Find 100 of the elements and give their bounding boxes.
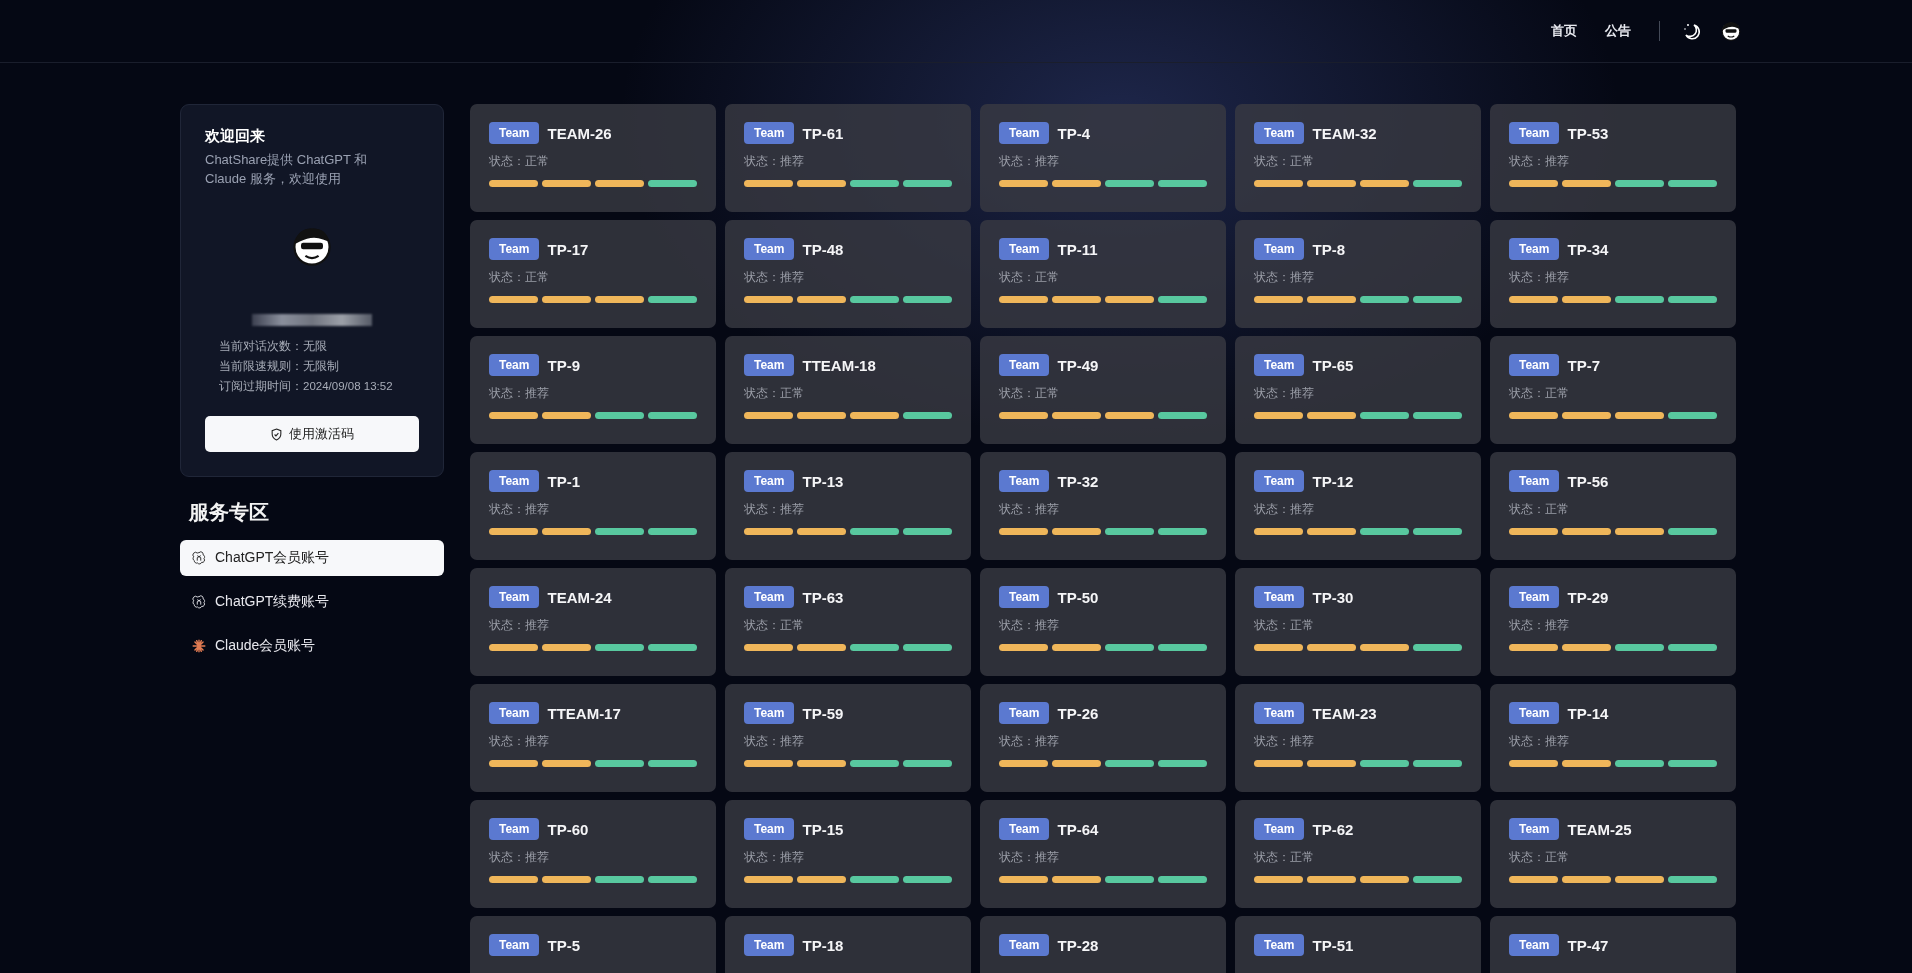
sunburst-icon [192,639,206,653]
team-badge: Team [744,586,795,608]
account-name: TP-8 [1312,240,1345,258]
account-card[interactable]: Team TEAM-26 状态：正常 [470,104,716,212]
account-name: TP-9 [547,356,580,374]
account-name: TP-49 [1057,356,1099,374]
service-item[interactable]: ChatGPT续费账号 [180,584,444,620]
team-badge: Team [489,122,540,144]
team-badge: Team [744,122,795,144]
account-card[interactable]: Team TP-11 状态：正常 [980,220,1226,328]
account-name: TP-26 [1057,704,1099,722]
account-name: TEAM-23 [1312,704,1377,722]
account-card[interactable]: Team TP-17 状态：正常 [470,220,716,328]
account-name: TEAM-32 [1312,124,1377,142]
account-name: TP-18 [802,936,844,954]
team-badge: Team [999,934,1050,956]
account-card[interactable]: Team TP-47 [1490,916,1736,973]
team-badge: Team [489,238,540,260]
account-card[interactable]: Team TTEAM-17 状态：推荐 [470,684,716,792]
status-text: 状态：推荐 [744,270,805,285]
team-badge: Team [999,354,1050,376]
account-name: TP-32 [1057,472,1099,490]
account-card[interactable]: Team TP-14 状态：推荐 [1490,684,1736,792]
service-item[interactable]: Claude会员账号 [180,628,444,664]
nav-link[interactable]: 首页 [1551,22,1577,40]
account-card[interactable]: Team TP-28 [980,916,1226,973]
account-name: TP-13 [802,472,844,490]
status-text: 状态：正常 [1509,386,1570,401]
shield-icon [270,427,283,441]
account-card[interactable]: Team TP-12 状态：推荐 [1235,452,1481,560]
account-card[interactable]: Team TP-30 状态：正常 [1235,568,1481,676]
account-name: TP-5 [547,936,580,954]
account-name: TP-47 [1567,936,1609,954]
team-badge: Team [744,818,795,840]
account-card[interactable]: Team TP-13 状态：推荐 [725,452,971,560]
account-name: TP-56 [1567,472,1609,490]
account-card[interactable]: Team TP-64 状态：推荐 [980,800,1226,908]
team-badge: Team [999,238,1050,260]
account-card[interactable]: Team TP-9 状态：推荐 [470,336,716,444]
account-card[interactable]: Team TP-63 状态：正常 [725,568,971,676]
status-text: 状态：推荐 [999,502,1060,517]
team-badge: Team [1254,354,1305,376]
status-text: 状态：正常 [999,270,1060,285]
status-text: 状态：推荐 [744,502,805,517]
account-name: TP-28 [1057,936,1099,954]
account-card[interactable]: Team TP-59 状态：推荐 [725,684,971,792]
account-card[interactable]: Team TEAM-23 状态：推荐 [1235,684,1481,792]
account-name: TTEAM-18 [802,356,876,374]
account-card[interactable]: Team TTEAM-18 状态：正常 [725,336,971,444]
account-card[interactable]: Team TP-65 状态：推荐 [1235,336,1481,444]
welcome-title: 欢迎回来 [205,127,266,146]
team-badge: Team [1254,122,1305,144]
account-card[interactable]: Team TP-26 状态：推荐 [980,684,1226,792]
activation-code-button[interactable]: 使用激活码 [205,416,419,452]
account-card[interactable]: Team TEAM-24 状态：推荐 [470,568,716,676]
account-card[interactable]: Team TEAM-32 状态：正常 [1235,104,1481,212]
status-text: 状态：推荐 [999,154,1060,169]
account-card[interactable]: Team TP-8 状态：推荐 [1235,220,1481,328]
status-text: 状态：推荐 [1254,386,1315,401]
account-card[interactable]: Team TP-15 状态：推荐 [725,800,971,908]
moon-icon[interactable] [1682,21,1702,41]
team-badge: Team [744,934,795,956]
account-name: TP-63 [802,588,844,606]
team-badge: Team [1509,934,1560,956]
status-text: 状态：正常 [489,270,550,285]
account-name: TP-17 [547,240,589,258]
account-card[interactable]: Team TP-1 状态：推荐 [470,452,716,560]
account-card[interactable]: Team TP-18 [725,916,971,973]
account-name: TP-64 [1057,820,1099,838]
status-text: 状态：正常 [999,386,1060,401]
account-card[interactable]: Team TP-5 [470,916,716,973]
account-name: TP-51 [1312,936,1354,954]
service-item[interactable]: ChatGPT会员账号 [180,540,444,576]
avatar-icon[interactable] [1720,20,1742,42]
account-name: TEAM-26 [547,124,612,142]
account-card[interactable]: Team TP-56 状态：正常 [1490,452,1736,560]
account-card[interactable]: Team TP-53 状态：推荐 [1490,104,1736,212]
account-card[interactable]: Team TP-48 状态：推荐 [725,220,971,328]
account-card[interactable]: Team TEAM-25 状态：正常 [1490,800,1736,908]
account-card[interactable]: Team TP-50 状态：推荐 [980,568,1226,676]
nav-link[interactable]: 公告 [1605,22,1631,40]
team-badge: Team [744,470,795,492]
account-name: TP-60 [547,820,589,838]
account-card[interactable]: Team TP-7 状态：正常 [1490,336,1736,444]
account-card[interactable]: Team TP-29 状态：推荐 [1490,568,1736,676]
account-card[interactable]: Team TP-34 状态：推荐 [1490,220,1736,328]
account-card[interactable]: Team TP-60 状态：推荐 [470,800,716,908]
account-card[interactable]: Team TP-51 [1235,916,1481,973]
account-card[interactable]: Team TP-4 状态：推荐 [980,104,1226,212]
account-name: TP-4 [1057,124,1090,142]
account-card[interactable]: Team TP-61 状态：推荐 [725,104,971,212]
team-badge: Team [1509,702,1560,724]
status-text: 状态：正常 [1509,502,1570,517]
account-card[interactable]: Team TP-62 状态：正常 [1235,800,1481,908]
account-card[interactable]: Team TP-32 状态：推荐 [980,452,1226,560]
team-badge: Team [744,702,795,724]
team-badge: Team [999,122,1050,144]
account-card[interactable]: Team TP-49 状态：正常 [980,336,1226,444]
account-name: TP-48 [802,240,844,258]
team-badge: Team [1509,818,1560,840]
